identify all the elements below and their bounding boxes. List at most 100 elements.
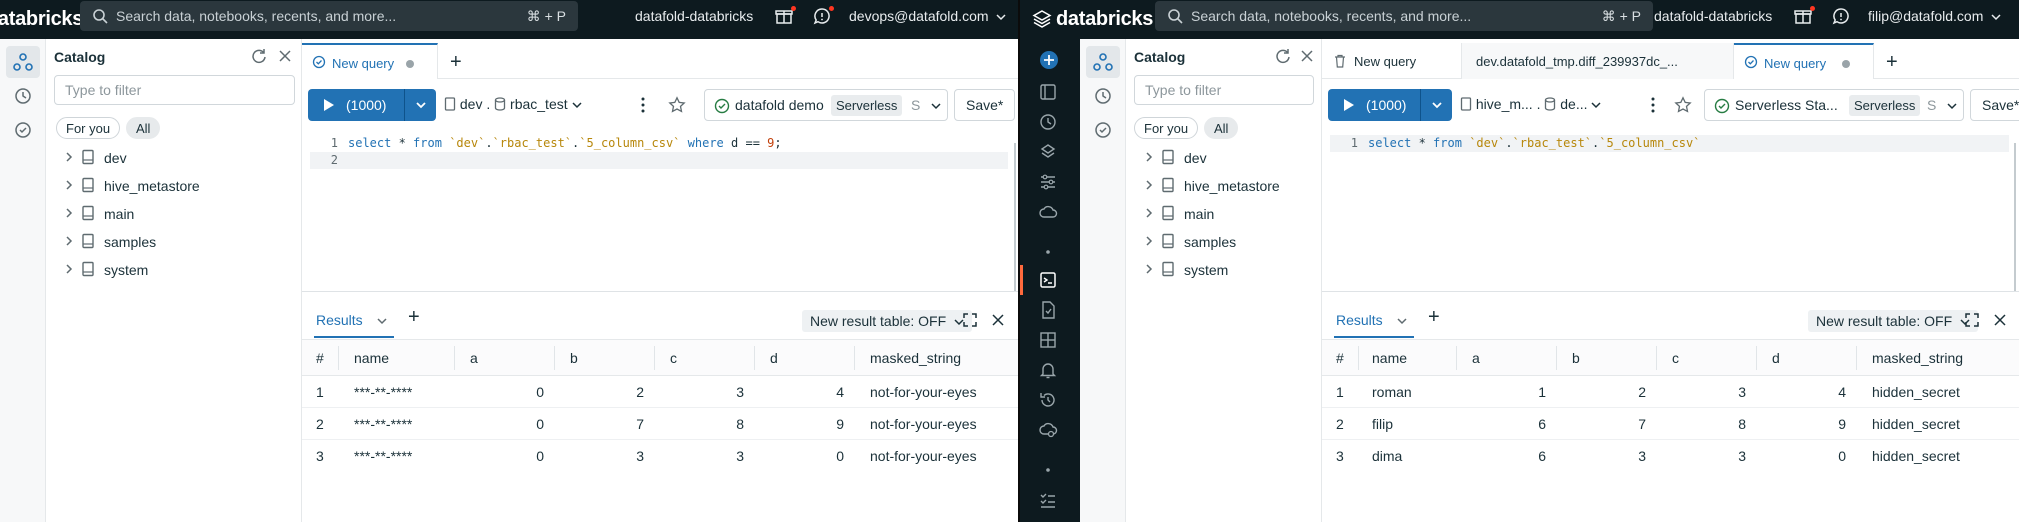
workspace-name[interactable]: datafold-databricks [1654,8,1772,24]
tasks-icon[interactable] [1038,490,1058,510]
global-search[interactable]: Search data, notebooks, recents, and mor… [80,1,578,31]
expand-icon[interactable] [962,312,978,328]
column-header[interactable]: masked_string [1872,350,1963,366]
global-search[interactable]: Search data, notebooks, recents, and mor… [1155,1,1653,31]
column-header[interactable]: # [316,350,324,366]
workflows-icon[interactable] [1038,172,1058,192]
sql-warehouses-icon[interactable] [1038,420,1058,440]
column-header[interactable]: c [1672,350,1679,366]
run-options-dropdown[interactable] [404,89,436,121]
column-separator[interactable] [1856,346,1857,370]
pill-all[interactable]: All [1204,117,1239,139]
compute-icon[interactable] [1038,202,1058,222]
column-header[interactable]: b [1572,350,1580,366]
history-icon[interactable] [1092,85,1114,107]
code-editor[interactable]: 1 2 select * from `dev`.`rbac_test`.`5_c… [310,135,1008,171]
workspace-icon[interactable] [1038,82,1058,102]
kebab-menu-icon[interactable] [1650,97,1656,113]
column-separator[interactable] [1656,346,1657,370]
column-header[interactable]: name [354,350,389,366]
brand-logo[interactable]: databricks [0,8,83,31]
add-visualization-button[interactable]: + [1428,306,1440,329]
catalog-icon[interactable] [1092,51,1114,73]
warehouse-selector[interactable]: Serverless Sta... Serverless S [1704,89,1964,121]
pill-all[interactable]: All [126,117,161,139]
tab-diff-table[interactable]: dev.datafold_tmp.diff_239937dc_... [1462,43,1734,79]
queries-icon[interactable] [1038,300,1058,320]
column-separator[interactable] [1756,346,1757,370]
run-button[interactable]: (1000) [308,89,404,121]
new-result-table-toggle[interactable]: New result table: OFF [1808,310,1979,332]
new-result-table-toggle[interactable]: New result table: OFF [802,310,973,332]
column-separator[interactable] [754,346,755,370]
column-separator[interactable] [1456,346,1457,370]
column-header[interactable]: b [570,350,578,366]
catalog-nav-icon[interactable] [1038,142,1058,162]
close-icon[interactable] [1298,47,1316,65]
gift-icon[interactable] [1794,7,1812,25]
column-header[interactable]: name [1372,350,1407,366]
refresh-icon[interactable] [1274,47,1292,65]
recents-icon[interactable] [1038,112,1058,132]
user-menu[interactable]: devops@datafold.com [849,8,1006,24]
tab-new-query[interactable]: New query [302,43,438,79]
catalog-icon[interactable] [12,51,34,73]
run-options-dropdown[interactable] [1420,89,1452,121]
close-icon[interactable] [1992,312,2008,328]
add-tab-button[interactable]: + [1886,51,1898,74]
results-tab[interactable]: Results [316,312,387,328]
close-icon[interactable] [990,312,1006,328]
code-editor[interactable]: 1 select * from `dev`.`rbac_test`.`5_col… [1330,135,2009,171]
catalog-filter-input[interactable]: Type to filter [1134,75,1314,105]
databricks-logo-icon[interactable] [1032,10,1052,28]
table-row[interactable]: 1 roman 1 2 3 4 hidden_secret [1322,376,2019,408]
results-tab[interactable]: Results [1336,312,1407,328]
column-header[interactable]: d [1772,350,1780,366]
new-icon[interactable] [1038,49,1060,71]
column-header[interactable]: a [1472,350,1480,366]
add-tab-button[interactable]: + [450,51,462,74]
warehouse-selector[interactable]: datafold demo Serverless S [704,89,948,121]
pill-for-you[interactable]: For you [1134,117,1199,139]
table-row[interactable]: 3 dima 6 3 3 0 hidden_secret [1322,440,2019,472]
brand-logo[interactable]: databricks [1056,8,1153,31]
catalog-schema-selector[interactable]: dev . rbac_test [444,96,582,112]
help-icon[interactable] [1832,7,1850,25]
column-separator[interactable] [1358,346,1359,370]
dashboards-icon[interactable] [1038,330,1058,350]
query-history-icon[interactable] [1038,390,1058,410]
add-visualization-button[interactable]: + [408,306,420,329]
table-row[interactable]: 1 ***-**-**** 0 2 3 4 not-for-your-eyes [302,376,1018,408]
column-separator[interactable] [454,346,455,370]
column-header[interactable]: c [670,350,677,366]
column-header[interactable]: masked_string [870,350,961,366]
star-icon[interactable] [1674,96,1692,114]
expand-icon[interactable] [1964,312,1980,328]
column-header[interactable]: # [1336,350,1344,366]
column-header[interactable]: a [470,350,478,366]
workspace-name[interactable]: datafold-databricks [635,8,753,24]
assistant-icon[interactable] [1092,119,1114,141]
column-separator[interactable] [554,346,555,370]
tab-new-query-1[interactable]: New query [1322,43,1462,79]
star-icon[interactable] [668,96,686,114]
column-separator[interactable] [1556,346,1557,370]
catalog-schema-selector[interactable]: hive_m... . de... [1460,96,1601,112]
tab-new-query-2[interactable]: New query [1734,43,1874,79]
run-button[interactable]: (1000) [1328,89,1420,121]
close-icon[interactable] [276,47,294,65]
pill-for-you[interactable]: For you [56,117,121,139]
kebab-menu-icon[interactable] [640,97,646,113]
gift-icon[interactable] [775,7,793,25]
alerts-icon[interactable] [1038,360,1058,380]
save-button[interactable]: Save* [954,89,1016,121]
column-separator[interactable] [338,346,339,370]
history-icon[interactable] [12,85,34,107]
assistant-icon[interactable] [12,119,34,141]
table-row[interactable]: 2 filip 6 7 8 9 hidden_secret [1322,408,2019,440]
column-header[interactable]: d [770,350,778,366]
table-row[interactable]: 2 ***-**-**** 0 7 8 9 not-for-your-eyes [302,408,1018,440]
column-separator[interactable] [854,346,855,370]
refresh-icon[interactable] [250,47,268,65]
table-row[interactable]: 3 ***-**-**** 0 3 3 0 not-for-your-eyes [302,440,1018,472]
